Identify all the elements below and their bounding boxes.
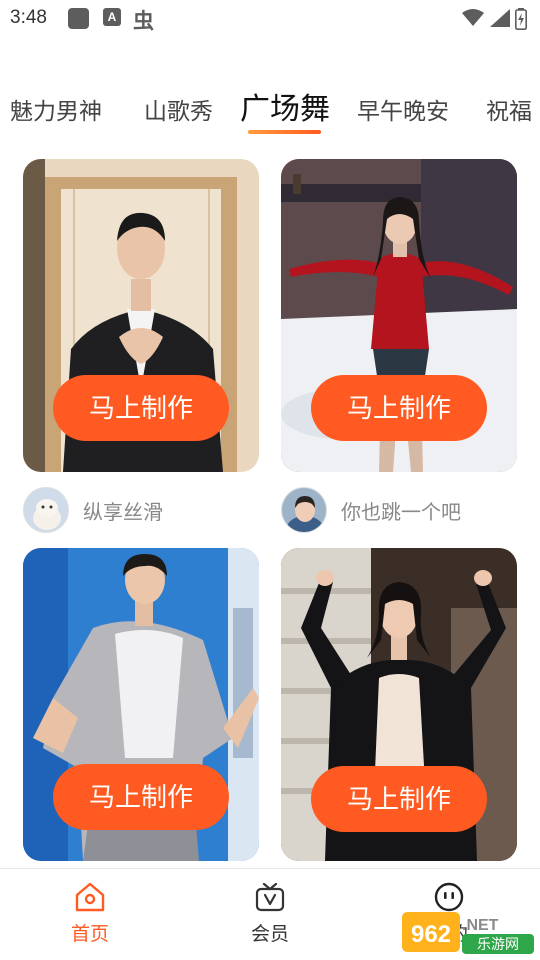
nav-vip-label: 会员: [250, 923, 289, 945]
nav-vip[interactable]: 会员: [225, 881, 315, 946]
watermark-number: 962: [411, 921, 451, 948]
tab-mei-li-nan-shen[interactable]: 魅力男神: [10, 92, 102, 126]
profile-face-icon: [434, 882, 464, 912]
category-tabs: 魅力男神 山歌秀 广场舞 早午晚安 祝福: [0, 80, 540, 140]
home-icon: [75, 882, 105, 912]
make-now-button[interactable]: 马上制作: [53, 375, 229, 441]
make-now-button[interactable]: 马上制作: [311, 375, 487, 441]
status-time: 3:48: [10, 7, 47, 28]
tab-guang-chang-wu[interactable]: 广场舞: [240, 84, 330, 128]
author-name: 纵享丝滑: [83, 499, 163, 524]
video-card-1[interactable]: 马上制作: [23, 159, 259, 472]
battery-charging-icon: [515, 8, 527, 30]
bug-icon: 虫: [133, 9, 154, 33]
video-card-4[interactable]: 马上制作: [281, 548, 517, 861]
avatar: [23, 487, 69, 533]
site-watermark-logo: 962 .NET 乐游网: [402, 912, 534, 954]
tab-zhu-fu[interactable]: 祝福: [486, 92, 532, 126]
vip-tv-icon: [255, 882, 285, 912]
signal-icon: [490, 9, 510, 27]
make-now-button[interactable]: 马上制作: [53, 764, 229, 830]
watermark-suffix: .NET: [462, 917, 499, 934]
nav-home-label: 首页: [70, 923, 109, 945]
make-now-button[interactable]: 马上制作: [311, 766, 487, 832]
a-notification-icon: A: [103, 8, 121, 26]
card-author[interactable]: 纵享丝滑: [23, 486, 163, 534]
active-tab-indicator: [248, 130, 321, 134]
watermark-site: 乐游网: [477, 937, 519, 953]
video-card-2[interactable]: 马上制作: [281, 159, 517, 472]
nav-home[interactable]: 首页: [45, 881, 135, 946]
tab-zao-wu-wan-an[interactable]: 早午晚安: [357, 92, 449, 126]
tab-shan-ge-xiu[interactable]: 山歌秀: [144, 92, 213, 126]
status-bar: 3:48 A 虫: [0, 0, 540, 38]
avatar: [281, 487, 327, 533]
wifi-icon: [462, 9, 484, 26]
author-name: 你也跳一个吧: [341, 499, 461, 524]
video-card-3[interactable]: 马上制作: [23, 548, 259, 861]
card-author[interactable]: 你也跳一个吧: [281, 486, 461, 534]
square-notification-icon: [68, 8, 89, 29]
